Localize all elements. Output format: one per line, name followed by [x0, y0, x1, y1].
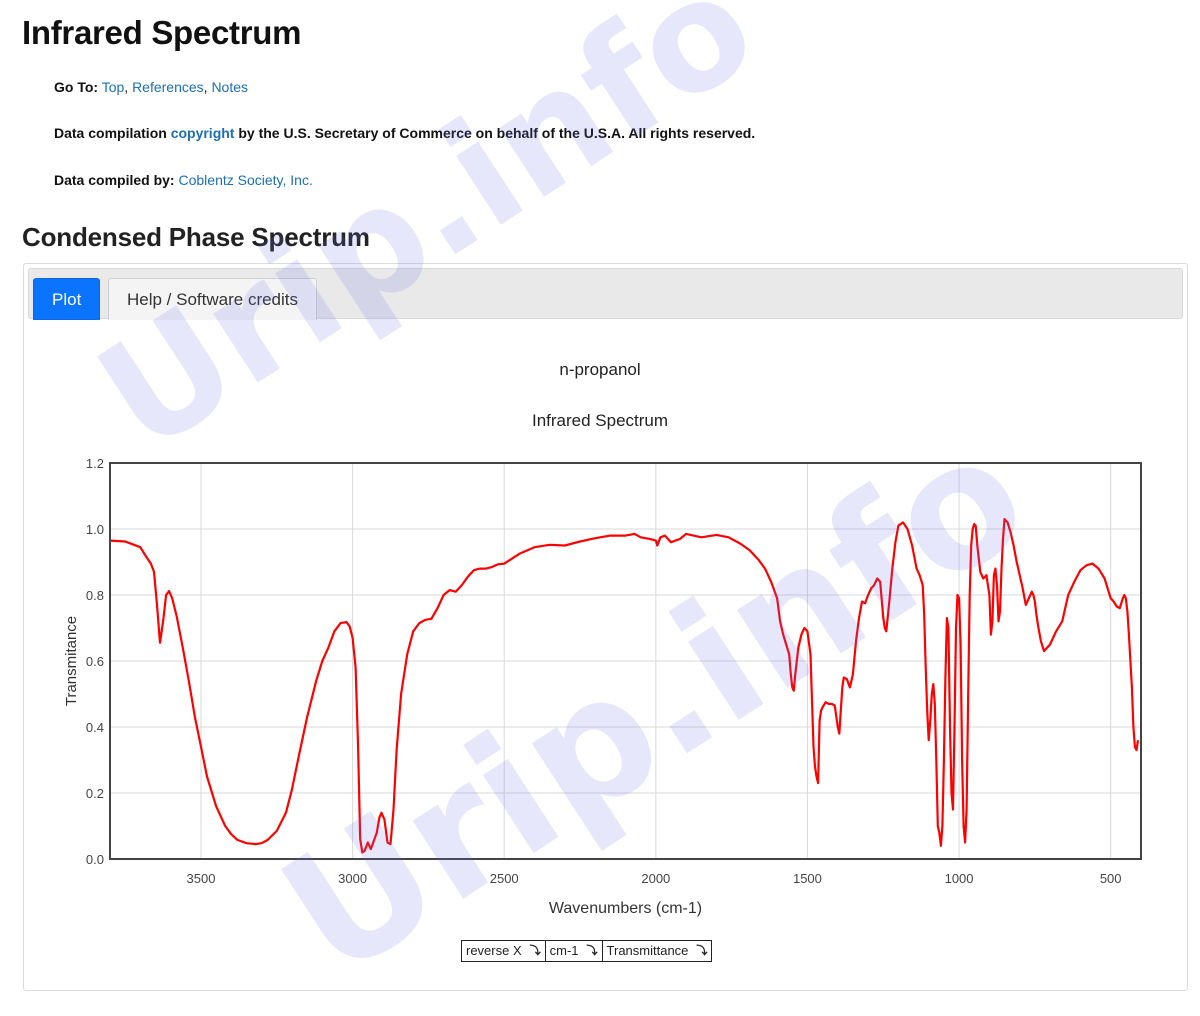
copyright-suffix: by the U.S. Secretary of Commerce on beh… [238, 125, 756, 141]
section-title: Condensed Phase Spectrum [22, 222, 370, 252]
plot-controls: reverse X ⤵ cm-1 ⤵ Transmittance ⤵ [461, 940, 713, 962]
spectrum-chart[interactable]: 3500 3000 2500 2000 1500 1000 500 0.0 0.2 0.4 0.6… [0, 440, 1200, 920]
x-tick-label: 3500 [187, 871, 216, 886]
chevron-down-icon: ⤵ [696, 945, 708, 957]
tab-help-software-credits[interactable]: Help / Software credits [108, 278, 318, 320]
tab-plot[interactable]: Plot [33, 278, 101, 320]
compiled-link[interactable]: Coblentz Society, Inc. [178, 172, 312, 188]
x-tick-label: 1500 [793, 871, 822, 886]
chart-title: Infrared Spectrum [531, 411, 669, 430]
copyright-line: Data compilation copyright by the U.S. S… [54, 125, 755, 141]
y-tick-label: 0.8 [86, 588, 104, 603]
x-tick-label: 3000 [338, 871, 367, 886]
goto-label: Go To: [54, 79, 99, 95]
y-tick-label: 0.6 [86, 654, 104, 669]
y-mode-select[interactable]: Transmittance ⤵ [602, 940, 713, 962]
x-tick-label: 2500 [490, 871, 519, 886]
series-line-n-propanol [109, 518, 1140, 854]
y-tick-labels: 0.0 0.2 0.4 0.6 0.8 1.0 1.2 [86, 456, 104, 867]
page-title: Infrared Spectrum [22, 14, 302, 51]
compiled-by-line: Data compiled by: Coblentz Society, Inc. [54, 172, 313, 188]
x-direction-value: reverse X [466, 943, 522, 958]
goto-line: Go To: Top, References, Notes [54, 79, 249, 95]
x-axis-label: Wavenumbers (cm-1) [549, 900, 702, 917]
x-direction-select[interactable]: reverse X ⤵ [461, 940, 546, 962]
compiled-label: Data compiled by: [54, 172, 175, 188]
y-tick-label: 0.0 [86, 852, 104, 867]
chevron-down-icon: ⤵ [586, 945, 598, 957]
y-tick-label: 1.2 [86, 456, 104, 471]
y-tick-label: 0.4 [86, 720, 104, 735]
goto-link-references[interactable]: References [132, 79, 204, 95]
copyright-prefix: Data compilation [54, 125, 167, 141]
y-tick-label: 1.0 [86, 522, 104, 537]
goto-link-top[interactable]: Top [102, 79, 125, 95]
x-units-value: cm-1 [549, 943, 579, 958]
chevron-down-icon: ⤵ [529, 945, 541, 957]
y-tick-label: 0.2 [86, 786, 104, 801]
y-mode-value: Transmittance [606, 943, 689, 958]
x-tick-label: 500 [1100, 871, 1122, 886]
goto-link-notes[interactable]: Notes [211, 79, 248, 95]
x-tick-labels: 3500 3000 2500 2000 1500 1000 500 [187, 871, 1122, 886]
chart-compound-title: n-propanol [559, 360, 641, 379]
tab-bar: Plot Help / Software credits [28, 268, 1183, 320]
x-tick-label: 2000 [641, 871, 670, 886]
grid-lines [110, 463, 1141, 859]
x-units-select[interactable]: cm-1 ⤵ [545, 940, 603, 962]
copyright-link[interactable]: copyright [171, 125, 235, 141]
x-tick-label: 1000 [945, 871, 974, 886]
y-axis-label: Transmitance [63, 616, 80, 706]
